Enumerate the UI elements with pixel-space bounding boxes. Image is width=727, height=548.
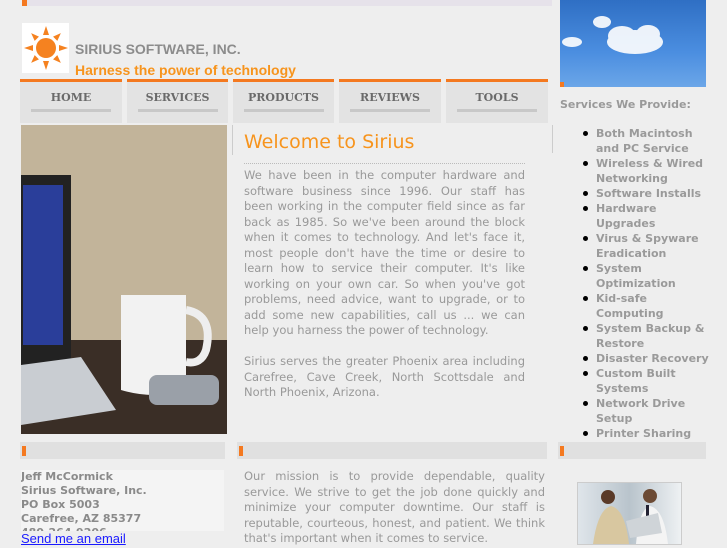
tagline: Harness the power of technology xyxy=(75,62,296,78)
list-item: Software Installs xyxy=(580,186,712,201)
section-bar xyxy=(558,442,706,459)
sun-logo-icon xyxy=(22,23,69,73)
business-people-photo xyxy=(577,482,682,545)
company-name: SIRIUS SOFTWARE, INC. xyxy=(75,41,241,57)
laptop-coffee-photo xyxy=(21,125,227,434)
list-item: System Optimization xyxy=(580,261,712,291)
services-list: Both Macintosh and PC Service Wireless &… xyxy=(580,126,712,441)
nav-label: SERVICES xyxy=(145,91,210,104)
list-item: System Backup & Restore xyxy=(580,321,712,351)
list-item: Virus & Spyware Eradication xyxy=(580,231,712,261)
nav-label: REVIEWS xyxy=(360,91,420,104)
contact-company: Sirius Software, Inc. xyxy=(21,484,147,497)
list-item: Network Drive Setup xyxy=(580,396,712,426)
divider xyxy=(552,125,553,153)
service-area-paragraph: Sirius serves the greater Phoenix area i… xyxy=(244,354,525,399)
dotted-divider xyxy=(244,163,525,164)
mission-paragraph: Our mission is to provide dependable, qu… xyxy=(244,469,545,545)
list-item: Wireless & Wired Networking xyxy=(580,156,712,186)
divider xyxy=(232,125,233,155)
nav-label: PRODUCTS xyxy=(247,91,319,104)
intro-paragraph: We have been in the computer hardware an… xyxy=(244,168,525,337)
email-link[interactable]: Send me an email xyxy=(21,531,126,546)
nav-home[interactable]: HOME xyxy=(20,79,122,123)
nav-label: TOOLS xyxy=(475,91,519,104)
nav-label: HOME xyxy=(50,91,92,104)
nav-products[interactable]: PRODUCTS xyxy=(233,79,334,123)
page-title: Welcome to Sirius xyxy=(244,131,415,153)
list-item: Both Macintosh and PC Service xyxy=(580,126,712,156)
section-bar xyxy=(237,442,547,459)
contact-info: Jeff McCormick Sirius Software, Inc. PO … xyxy=(21,470,224,531)
contact-city: Carefree, AZ 85377 xyxy=(21,512,142,525)
nav-reviews[interactable]: REVIEWS xyxy=(339,79,441,123)
sky-image xyxy=(560,0,706,87)
list-item: Custom Built Systems xyxy=(580,366,712,396)
top-accent-bar xyxy=(22,0,552,6)
list-item: Kid-safe Computing xyxy=(580,291,712,321)
list-item: Hardware Upgrades xyxy=(580,201,712,231)
list-item: Disaster Recovery xyxy=(580,351,712,366)
nav-services[interactable]: SERVICES xyxy=(127,79,228,123)
section-bar xyxy=(20,442,225,459)
services-title: Services We Provide: xyxy=(560,98,691,111)
contact-name: Jeff McCormick xyxy=(21,470,113,483)
list-item: Printer Sharing xyxy=(580,426,712,441)
contact-address: PO Box 5003 xyxy=(21,498,100,511)
nav-tools[interactable]: TOOLS xyxy=(446,79,548,123)
